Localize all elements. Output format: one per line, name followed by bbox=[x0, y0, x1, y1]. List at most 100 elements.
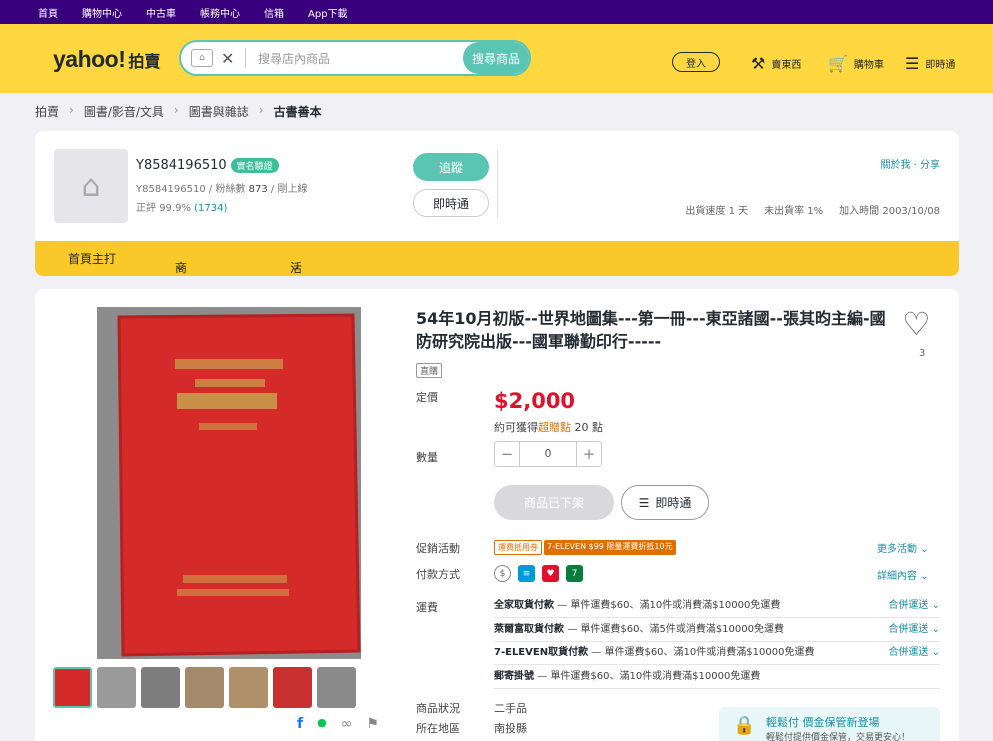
verified-badge: 實名驗證 bbox=[230, 158, 279, 173]
header: yahoo! 拍賣 ⌂ ✕ 搜尋店內商品 搜尋商品 登入 ⚒ 賣東西 🛒 購物車 ☰ 即… bbox=[0, 24, 993, 93]
top-nav-mall[interactable]: 購物中心 bbox=[82, 5, 122, 20]
store-rating: 正評 99.9% (1734) bbox=[136, 199, 227, 214]
cart-icon: 🛒 bbox=[828, 54, 848, 73]
chat-icon: ☰ bbox=[905, 54, 920, 73]
store-icon: ⌂ bbox=[191, 49, 213, 67]
shipping-label: 運費 bbox=[416, 601, 438, 614]
top-nav-bar: 首頁 購物中心 中古車 帳務中心 信箱 App下載 bbox=[0, 0, 993, 24]
payment-detail-link[interactable]: 詳細內容 ⌄ bbox=[877, 567, 929, 582]
breadcrumb-item[interactable]: 拍賣 bbox=[35, 103, 59, 120]
breadcrumb-item[interactable]: 圖書與雜誌 bbox=[189, 103, 249, 120]
promo-label: 促銷活動 bbox=[416, 542, 460, 555]
store-avatar-icon[interactable]: ⌂ bbox=[54, 149, 128, 223]
product-title: 54年10月初版--世界地圖集---第一冊---東亞諸國--張其昀主編-國防研究… bbox=[416, 309, 886, 351]
search-input[interactable]: 搜尋店內商品 bbox=[258, 50, 463, 67]
points-info: 約可獲得超贈點 20 點 bbox=[494, 419, 603, 435]
rating-count[interactable]: (1734) bbox=[194, 203, 227, 214]
login-button[interactable]: 登入 bbox=[672, 52, 720, 72]
combine-shipping-link[interactable]: 合併運送 ⌄ bbox=[888, 595, 940, 617]
top-nav-cars[interactable]: 中古車 bbox=[146, 5, 176, 20]
sell-link[interactable]: ⚒ 賣東西 bbox=[751, 54, 801, 73]
product-photo[interactable] bbox=[97, 307, 361, 659]
promo-tags: 運費抵用券 7-ELEVEN $99 限量運費折抵10元 bbox=[494, 540, 676, 555]
cart-link[interactable]: 🛒 購物車 bbox=[828, 54, 884, 73]
shipping-desc: — 單件運費$60、滿5件或消費滿$10000免運費 bbox=[567, 624, 784, 635]
chat-button[interactable]: ☰ 即時通 bbox=[621, 485, 709, 520]
yahoo-logo[interactable]: yahoo! 拍賣 bbox=[53, 46, 160, 73]
familymart-icon: ≡ bbox=[518, 565, 535, 582]
divider bbox=[245, 48, 246, 68]
thumbnail[interactable] bbox=[97, 667, 136, 708]
combine-shipping-link[interactable]: 合併運送 ⌄ bbox=[888, 619, 940, 641]
top-nav-billing[interactable]: 帳務中心 bbox=[200, 5, 240, 20]
store-card: ⌂ Y8584196510 實名驗證 Y8584196510 / 粉絲數 873 … bbox=[35, 131, 959, 276]
combine-shipping-link[interactable]: 合併運送 ⌄ bbox=[888, 642, 940, 664]
store-nav-home[interactable]: 首頁主打 bbox=[68, 250, 116, 267]
search-bar: ⌂ ✕ 搜尋店內商品 搜尋商品 bbox=[179, 40, 531, 76]
sell-label: 賣東西 bbox=[771, 60, 802, 71]
chat-label: 即時通 bbox=[655, 496, 692, 510]
plus-icon[interactable]: + bbox=[577, 445, 601, 463]
easy-pay-subtitle: 輕鬆付提供價金保管，交易更安心！ bbox=[766, 733, 911, 741]
thumbnail[interactable] bbox=[141, 667, 180, 708]
shipping-row: 萊爾富取貨付款 — 單件運費$60、滿5件或消費滿$10000免運費 合併運送 ⌄ bbox=[494, 619, 940, 642]
line-icon[interactable]: ● bbox=[317, 716, 327, 732]
more-promo-link[interactable]: 更多活動 ⌄ bbox=[877, 540, 929, 555]
easy-pay-banner[interactable]: 🔒 輕鬆付 價金保管新登場 輕鬆付提供價金保管，交易更安心！ bbox=[719, 707, 940, 741]
rating-value: 99.9% bbox=[159, 203, 191, 214]
price: $2,000 bbox=[494, 389, 576, 413]
thumbnail[interactable] bbox=[53, 667, 92, 708]
quantity-input[interactable]: 0 bbox=[519, 442, 577, 466]
minus-icon[interactable]: − bbox=[495, 445, 519, 463]
thumbnail[interactable] bbox=[229, 667, 268, 708]
breadcrumb: 拍賣 › 圖書/影音/文具 › 圖書與雜誌 › 古書善本 bbox=[35, 103, 322, 120]
store-name[interactable]: Y8584196510 實名驗證 bbox=[136, 158, 279, 173]
link-icon[interactable]: ∞ bbox=[341, 716, 353, 732]
promo-tag[interactable]: 7-ELEVEN $99 限量運費折抵10元 bbox=[544, 540, 676, 555]
easy-pay-title: 輕鬆付 價金保管新登場 bbox=[766, 716, 880, 729]
shipping-name: 萊爾富取貨付款 bbox=[494, 624, 564, 635]
promo-tag[interactable]: 運費抵用券 bbox=[494, 540, 542, 555]
shipping-row: 全家取貨付款 — 單件運費$60、滿10件或消費滿$10000免運費 合併運送 ⌄ bbox=[494, 595, 940, 618]
sale-type-tag: 直購 bbox=[416, 363, 443, 378]
facebook-icon[interactable]: f bbox=[297, 716, 303, 732]
cart-label: 購物車 bbox=[853, 60, 884, 71]
breadcrumb-current[interactable]: 古書善本 bbox=[274, 103, 322, 120]
store-meta: Y8584196510 / 粉絲數 873 / 剛上線 bbox=[136, 184, 308, 195]
thumbnail[interactable] bbox=[273, 667, 312, 708]
points-link[interactable]: 超贈點 bbox=[538, 421, 571, 434]
store-name-text: Y8584196510 bbox=[136, 158, 227, 173]
breadcrumb-item[interactable]: 圖書/影音/文具 bbox=[84, 103, 164, 120]
chevron-right-icon: › bbox=[258, 103, 264, 117]
about-share-link[interactable]: 關於我 · 分享 bbox=[880, 156, 940, 171]
store-stats: 出貨速度 1 天 未出貨率 1% 加入時間 2003/10/08 bbox=[685, 202, 940, 217]
chat-link[interactable]: ☰ 即時通 bbox=[905, 54, 955, 73]
share-bar: f ● ∞ ⚑ bbox=[297, 716, 379, 732]
store-chat-button[interactable]: 即時通 bbox=[413, 189, 489, 217]
likes-count: 3 bbox=[919, 348, 926, 359]
more-promo-label: 更多活動 bbox=[877, 544, 917, 555]
shipping-row: 7-ELEVEN取貨付款 — 單件運費$60、滿10件或消費滿$10000免運費… bbox=[494, 642, 940, 665]
close-icon[interactable]: ✕ bbox=[221, 49, 239, 68]
search-button[interactable]: 搜尋商品 bbox=[463, 42, 529, 74]
shipping-desc: — 單件運費$60、滿10件或消費滿$10000免運費 bbox=[591, 647, 815, 658]
online-status: 剛上線 bbox=[277, 184, 308, 195]
thumbnail[interactable] bbox=[317, 667, 356, 708]
points-pre: 約可獲得 bbox=[494, 421, 538, 434]
shipping-name: 全家取貨付款 bbox=[494, 600, 554, 611]
flag-icon[interactable]: ⚑ bbox=[366, 716, 379, 732]
thumbnail[interactable] bbox=[185, 667, 224, 708]
no-ship-rate: 未出貨率 1% bbox=[764, 206, 824, 217]
top-nav-app[interactable]: App下載 bbox=[308, 5, 348, 20]
lock-icon: 🔒 bbox=[733, 715, 756, 736]
heart-icon[interactable]: ♡ bbox=[902, 305, 931, 343]
top-nav-home[interactable]: 首頁 bbox=[38, 5, 58, 20]
follow-button[interactable]: 追蹤 bbox=[413, 153, 489, 181]
chevron-down-icon: ⌄ bbox=[290, 258, 301, 273]
payment-detail-label: 詳細內容 bbox=[877, 571, 917, 582]
seven-eleven-icon: 7 bbox=[566, 565, 583, 582]
quantity-label: 數量 bbox=[416, 451, 438, 464]
shipping-name: 7-ELEVEN取貨付款 bbox=[494, 647, 589, 658]
top-nav-mail[interactable]: 信箱 bbox=[264, 5, 284, 20]
logo-sub: 拍賣 bbox=[128, 54, 161, 71]
